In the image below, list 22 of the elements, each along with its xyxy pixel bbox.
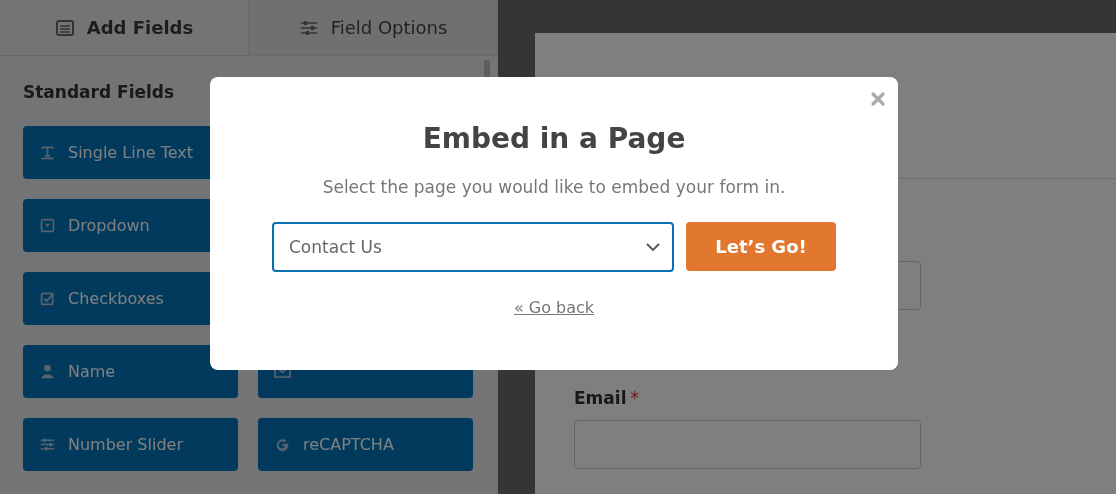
chevron-down-icon <box>646 240 660 254</box>
input-field[interactable] <box>574 420 921 469</box>
go-back-link[interactable]: « Go back <box>513 298 595 317</box>
field-button[interactable]: reCAPTCHA <box>258 418 473 471</box>
dropdown-icon <box>39 217 56 234</box>
person-icon <box>39 363 56 380</box>
sliders-icon <box>39 436 56 453</box>
panel-tab[interactable]: Field Options <box>249 0 498 55</box>
section-heading: Standard Fields <box>23 82 176 102</box>
text-icon <box>39 144 56 161</box>
page-select[interactable]: Contact Us <box>272 222 674 272</box>
list-icon <box>54 17 75 38</box>
dialog-title: Embed in a Page <box>422 122 686 155</box>
required-mark: * <box>630 388 639 408</box>
lets-go-button[interactable]: Let’s Go! <box>686 222 836 271</box>
scrollbar-thumb[interactable] <box>484 60 490 78</box>
letter-g-icon <box>274 436 291 453</box>
field-button[interactable]: Number Slider <box>23 418 238 471</box>
dialog-description: Select the page you would like to embed your form in. <box>322 177 786 197</box>
field-button[interactable]: Name <box>23 345 238 398</box>
checkbox-icon <box>39 290 56 307</box>
field-label: Email * <box>574 388 640 408</box>
